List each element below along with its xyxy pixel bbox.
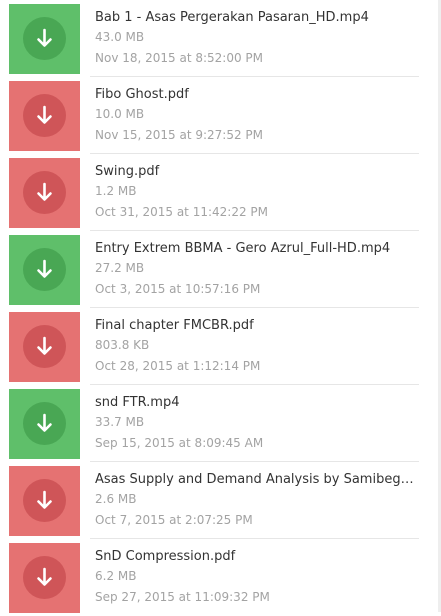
download-arrow-icon — [37, 105, 52, 124]
file-date: Oct 31, 2015 at 11:42:22 PM — [95, 205, 268, 219]
file-list-item[interactable]: Asas Supply and Demand Analysis by Samib… — [0, 462, 441, 539]
file-name[interactable]: Entry Extrem BBMA - Gero Azrul_Full-HD.m… — [95, 240, 420, 257]
file-date: Sep 15, 2015 at 8:09:45 AM — [95, 436, 264, 450]
download-arrow-icon — [37, 259, 52, 278]
file-list-item[interactable]: snd FTR.mp4 33.7 MB Sep 15, 2015 at 8:09… — [0, 385, 441, 462]
file-size: 803.8 KB — [95, 338, 150, 352]
file-name[interactable]: Swing.pdf — [95, 163, 420, 180]
file-thumbnail[interactable] — [9, 158, 80, 228]
download-button[interactable] — [23, 17, 66, 60]
download-button[interactable] — [23, 94, 66, 137]
file-name[interactable]: SnD Compression.pdf — [95, 548, 420, 565]
file-date: Oct 28, 2015 at 1:12:14 PM — [95, 359, 261, 373]
file-list-item[interactable]: Fibo Ghost.pdf 10.0 MB Nov 15, 2015 at 9… — [0, 77, 441, 154]
file-thumbnail[interactable] — [9, 466, 80, 536]
file-list-item[interactable]: SnD Compression.pdf 6.2 MB Sep 27, 2015 … — [0, 539, 441, 616]
file-name[interactable]: Final chapter FMCBR.pdf — [95, 317, 420, 334]
download-arrow-icon — [37, 413, 52, 432]
download-arrow-icon — [37, 567, 52, 586]
file-size: 33.7 MB — [95, 415, 145, 429]
file-size: 43.0 MB — [95, 30, 145, 44]
file-size: 10.0 MB — [95, 107, 145, 121]
file-thumbnail[interactable] — [9, 81, 80, 151]
file-thumbnail[interactable] — [9, 235, 80, 305]
file-date: Nov 15, 2015 at 9:27:52 PM — [95, 128, 264, 142]
file-date: Sep 27, 2015 at 11:09:32 PM — [95, 590, 270, 604]
download-button[interactable] — [23, 325, 66, 368]
file-name[interactable]: Asas Supply and Demand Analysis by Samib… — [95, 471, 420, 488]
download-arrow-icon — [37, 336, 52, 355]
file-thumbnail[interactable] — [9, 4, 80, 74]
download-button[interactable] — [23, 556, 66, 599]
file-size: 1.2 MB — [95, 184, 137, 198]
download-button[interactable] — [23, 171, 66, 214]
file-list-item[interactable]: Bab 1 - Asas Pergerakan Pasaran_HD.mp4 4… — [0, 0, 441, 77]
download-arrow-icon — [37, 182, 52, 201]
file-name[interactable]: Fibo Ghost.pdf — [95, 86, 420, 103]
download-button[interactable] — [23, 248, 66, 291]
file-thumbnail[interactable] — [9, 543, 80, 613]
file-name[interactable]: snd FTR.mp4 — [95, 394, 420, 411]
file-size: 6.2 MB — [95, 569, 137, 583]
file-thumbnail[interactable] — [9, 312, 80, 382]
file-size: 27.2 MB — [95, 261, 145, 275]
file-thumbnail[interactable] — [9, 389, 80, 459]
download-button[interactable] — [23, 402, 66, 445]
file-list-item[interactable]: Entry Extrem BBMA - Gero Azrul_Full-HD.m… — [0, 231, 441, 308]
file-size: 2.6 MB — [95, 492, 137, 506]
file-date: Nov 18, 2015 at 8:52:00 PM — [95, 51, 264, 65]
download-arrow-icon — [37, 490, 52, 509]
file-date: Oct 7, 2015 at 2:07:25 PM — [95, 513, 253, 527]
file-date: Oct 3, 2015 at 10:57:16 PM — [95, 282, 261, 296]
download-arrow-icon — [37, 28, 52, 47]
file-list-item[interactable]: Swing.pdf 1.2 MB Oct 31, 2015 at 11:42:2… — [0, 154, 441, 231]
download-button[interactable] — [23, 479, 66, 522]
file-name[interactable]: Bab 1 - Asas Pergerakan Pasaran_HD.mp4 — [95, 9, 420, 26]
file-list-item[interactable]: Final chapter FMCBR.pdf 803.8 KB Oct 28,… — [0, 308, 441, 385]
